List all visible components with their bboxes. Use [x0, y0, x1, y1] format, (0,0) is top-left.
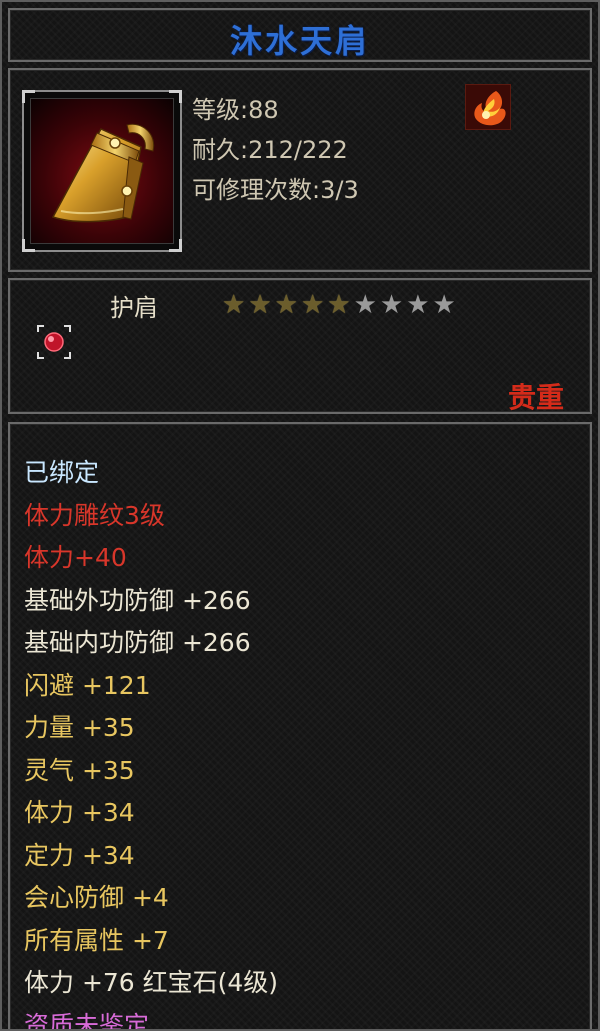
attribute-list: 已绑定体力雕纹3级 体力+40 基础外功防御 +266 基础内功防御 +266 闪避 +… [24, 452, 580, 1031]
star-empty-icon: ★ [379, 290, 407, 320]
ruby-socket-icon[interactable] [36, 324, 72, 360]
shoulder-pad-icon [51, 123, 155, 223]
item-type-panel: 护肩 ★★★★★★★★★ 贵重 [8, 278, 592, 414]
star-empty-icon: ★ [353, 290, 380, 320]
attribute-line: 灵气 +35 [24, 755, 135, 785]
attribute-line: 体力 +34 [24, 798, 135, 827]
attribute-line: 基础内功防御 +266 [24, 628, 251, 657]
star-filled-icon: ★ [274, 290, 301, 320]
attribute-line: 体力雕纹3级 [24, 500, 165, 530]
frame-corner [22, 239, 35, 252]
attribute-line: 体力+40 [24, 543, 127, 572]
attribute-line: 力量 +35 [24, 713, 135, 742]
attribute-line: 资质未鉴定 [24, 1010, 150, 1031]
item-icon-frame[interactable] [22, 90, 182, 252]
star-empty-icon: ★ [432, 290, 459, 320]
frame-corner [169, 239, 182, 252]
attribute-line: 体力 +76 红宝石(4级) [24, 968, 279, 997]
item-header-panel: 等级:88 耐久:212/222 可修理次数:3/3 [8, 68, 592, 272]
attribute-line: 所有属性 +7 [24, 925, 169, 955]
attribute-line: 基础外功防御 +266 [24, 585, 251, 615]
attribute-line: 定力 +34 [24, 840, 135, 870]
item-rarity: 贵重 [507, 381, 564, 414]
star-rating: ★★★★★★★★★ [222, 290, 459, 320]
star-filled-icon: ★ [300, 290, 328, 320]
item-name: 沐水天肩 [229, 22, 370, 60]
star-filled-icon: ★ [327, 290, 354, 320]
item-type: 护肩 [110, 294, 158, 322]
attribute-line: 会心防御 +4 [24, 883, 169, 912]
frame-corner [169, 90, 182, 103]
star-filled-icon: ★ [222, 290, 249, 320]
item-level: 等级:88 [192, 96, 279, 124]
item-repair-count: 可修理次数:3/3 [192, 176, 359, 204]
item-icon-background [30, 98, 174, 244]
item-tooltip: 沐水天肩 等级:88 耐久:212/222 可修理次数:3/3 护肩 ★★★★★… [0, 0, 600, 1031]
item-durability: 耐久:212/222 [192, 136, 348, 164]
frame-corner [22, 90, 35, 103]
star-empty-icon: ★ [406, 290, 433, 320]
attribute-line: 闪避 +121 [24, 670, 151, 700]
fire-element-icon [465, 84, 511, 130]
attributes-panel: 已绑定体力雕纹3级 体力+40 基础外功防御 +266 基础内功防御 +266 闪避 +… [8, 422, 592, 1031]
star-filled-icon: ★ [248, 290, 275, 320]
title-panel: 沐水天肩 [8, 8, 592, 62]
attribute-line: 已绑定 [24, 458, 100, 487]
item-base-stats: 等级:88 耐久:212/222 可修理次数:3/3 [192, 90, 359, 210]
